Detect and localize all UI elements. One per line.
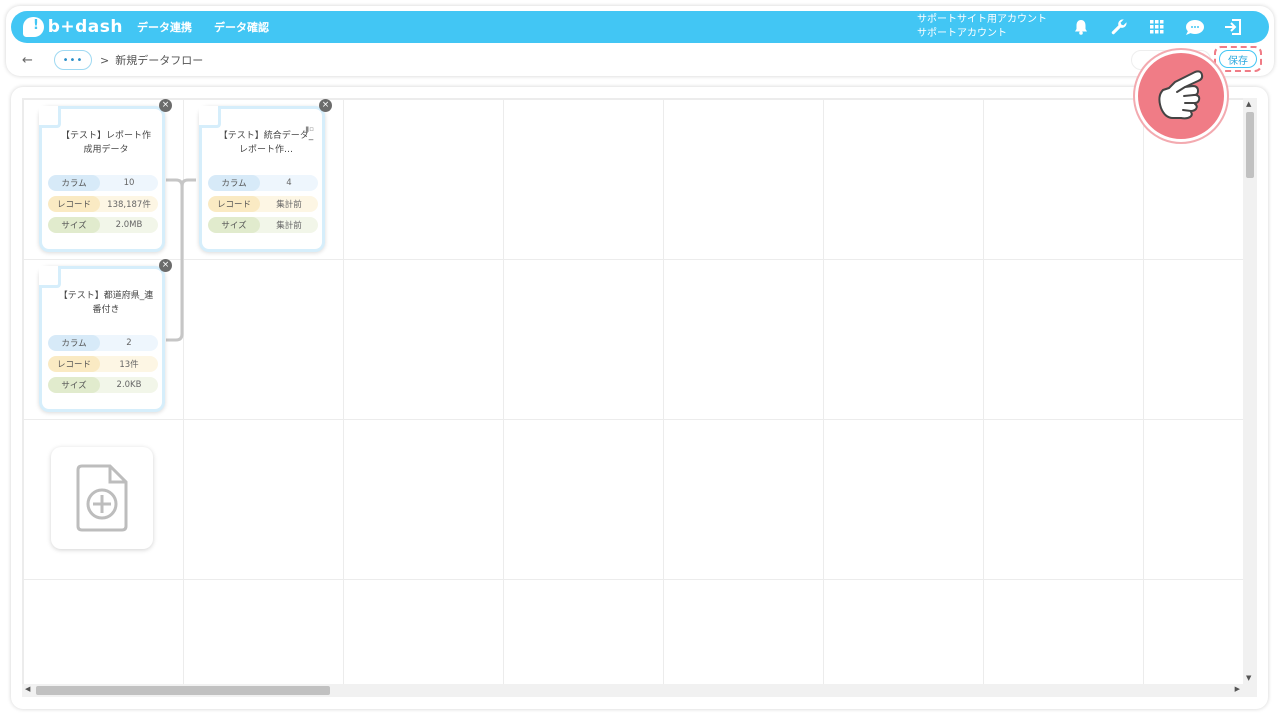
back-arrow-icon[interactable]: ← bbox=[22, 53, 40, 68]
scroll-corner bbox=[1243, 684, 1257, 697]
breadcrumb: ← ••• > 新規データフロー bbox=[22, 49, 203, 71]
stat-row-size: サイズ 集計前 bbox=[208, 217, 318, 233]
card-fold bbox=[39, 266, 61, 288]
scroll-right-icon[interactable]: ▶ bbox=[1235, 685, 1240, 693]
horizontal-scrollbar[interactable]: ◀ ▶ bbox=[22, 684, 1243, 697]
grid-icon[interactable] bbox=[1147, 17, 1167, 37]
account-role: サポートアカウント bbox=[917, 28, 1007, 39]
card-fold bbox=[39, 106, 61, 128]
page-title: 新規データフロー bbox=[115, 54, 204, 67]
close-icon[interactable]: × bbox=[159, 259, 172, 272]
scroll-left-icon[interactable]: ◀ bbox=[25, 685, 30, 693]
logout-icon[interactable] bbox=[1223, 17, 1243, 37]
add-file-icon bbox=[76, 464, 128, 532]
stat-row-records: レコード 集計前 bbox=[208, 196, 318, 212]
close-icon[interactable]: × bbox=[319, 99, 332, 112]
stat-row-records: レコード 138,187件 bbox=[48, 196, 158, 212]
stat-label: レコード bbox=[48, 196, 100, 212]
stat-value: 2.0KB bbox=[116, 380, 142, 390]
stat-row-columns: カラム 10 bbox=[48, 175, 158, 191]
stat-value: 10 bbox=[123, 178, 135, 188]
stat-row-size: サイズ 2.0MB bbox=[48, 217, 158, 233]
add-data-source-button[interactable] bbox=[51, 447, 153, 549]
stat-label: カラム bbox=[208, 175, 260, 191]
pointing-hand-icon bbox=[1135, 50, 1227, 142]
stat-value: 2 bbox=[126, 338, 132, 348]
stat-value: 13件 bbox=[119, 360, 139, 370]
close-icon[interactable]: × bbox=[159, 99, 172, 112]
account-name: サポートサイト用アカウント bbox=[917, 14, 1047, 25]
top-navigation-bar: b+dash データ連携 データ確認 サポートサイト用アカウント サポートアカウ… bbox=[11, 11, 1269, 43]
stat-value: 4 bbox=[286, 178, 292, 188]
logo-mark bbox=[23, 17, 44, 37]
vertical-scroll-thumb[interactable] bbox=[1246, 112, 1254, 178]
stat-row-columns: カラム 2 bbox=[48, 335, 158, 351]
horizontal-scroll-thumb[interactable] bbox=[36, 686, 330, 695]
stat-row-size: サイズ 2.0KB bbox=[48, 377, 158, 393]
stat-row-columns: カラム 4 bbox=[208, 175, 318, 191]
stat-label: サイズ bbox=[48, 217, 100, 233]
stat-value: 2.0MB bbox=[115, 220, 143, 230]
stat-label: カラム bbox=[48, 335, 100, 351]
stat-value: 集計前 bbox=[276, 221, 302, 231]
data-card[interactable]: × 【テスト】都道府県_連番付き カラム 2 レコード 13件 サイズ 2.0KB bbox=[39, 259, 172, 412]
stat-value: 集計前 bbox=[276, 200, 302, 210]
save-button[interactable]: 保存 bbox=[1219, 50, 1257, 68]
scroll-down-icon[interactable]: ▼ bbox=[1246, 674, 1251, 682]
card-fold bbox=[199, 106, 221, 128]
stat-row-records: レコード 13件 bbox=[48, 356, 158, 372]
card-title: 【テスト】都道府県_連番付き bbox=[58, 291, 154, 315]
chat-icon[interactable] bbox=[1185, 17, 1205, 37]
card-title: 【テスト】レポート作成用データ bbox=[60, 131, 151, 155]
stat-value: 138,187件 bbox=[107, 200, 151, 210]
vertical-scrollbar[interactable]: ▲ ▼ bbox=[1243, 98, 1257, 684]
wrench-icon[interactable] bbox=[1109, 17, 1129, 37]
stat-label: レコード bbox=[208, 196, 260, 212]
logo[interactable]: b+dash bbox=[23, 17, 123, 37]
account-info[interactable]: サポートサイト用アカウント サポートアカウント bbox=[917, 13, 1047, 41]
breadcrumb-more-button[interactable]: ••• bbox=[54, 50, 92, 70]
card-title: 【テスト】統合データ_レポート作… bbox=[218, 131, 314, 155]
nav-data-integration[interactable]: データ連携 bbox=[137, 19, 192, 35]
stat-label: サイズ bbox=[48, 377, 100, 393]
stat-label: サイズ bbox=[208, 217, 260, 233]
breadcrumb-separator: > bbox=[100, 53, 110, 67]
bell-icon[interactable] bbox=[1071, 17, 1091, 37]
scroll-up-icon[interactable]: ▲ bbox=[1246, 100, 1251, 108]
stat-label: カラム bbox=[48, 175, 100, 191]
data-card[interactable]: × ▮▫ 【テスト】統合データ_レポート作… カラム 4 レコード 集計前 サイズ集… bbox=[199, 99, 332, 252]
data-card[interactable]: × 【テスト】レポート作成用データ カラム 10 レコード 138,187件 サイズ… bbox=[39, 99, 172, 252]
logo-text: b+dash bbox=[47, 17, 123, 37]
nav-data-check[interactable]: データ確認 bbox=[214, 19, 269, 35]
stat-label: レコード bbox=[48, 356, 100, 372]
